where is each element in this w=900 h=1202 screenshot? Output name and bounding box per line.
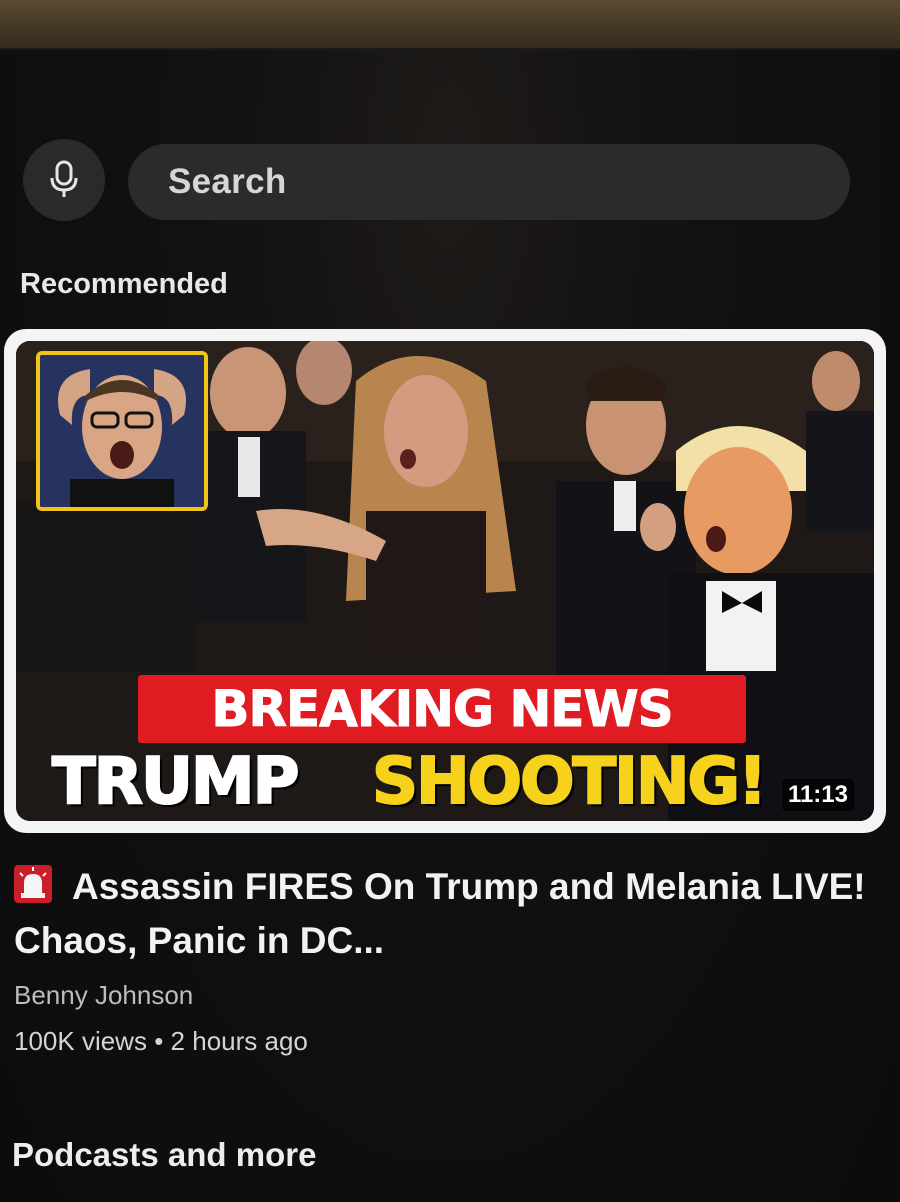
upload-age: 2 hours ago	[170, 1026, 308, 1056]
headline-shooting-text: SHOOTING!	[371, 744, 768, 820]
siren-emoji-icon	[14, 865, 52, 903]
microphone-icon	[50, 160, 78, 197]
headline-trump-text: TRUMP	[51, 744, 300, 820]
video-metadata: 100K views • 2 hours ago	[14, 1026, 308, 1057]
channel-name[interactable]: Benny Johnson	[14, 980, 193, 1011]
meta-separator: •	[154, 1026, 164, 1056]
section-heading-recommended: Recommended	[20, 268, 228, 300]
video-thumbnail[interactable]: BREAKING NEWS TRUMP SHOOTING! 11:13	[4, 329, 886, 833]
section-heading-podcasts: Podcasts and more	[12, 1136, 317, 1173]
thumbnail-image: BREAKING NEWS TRUMP SHOOTING! 11:13	[16, 341, 874, 821]
video-title-text: Assassin FIRES On Trump and Melania LIVE…	[14, 866, 866, 961]
video-title[interactable]: Assassin FIRES On Trump and Melania LIVE…	[14, 860, 874, 968]
reaction-inset-photo	[36, 351, 208, 511]
breaking-news-banner: BREAKING NEWS	[138, 675, 746, 743]
search-placeholder: Search	[168, 162, 287, 201]
voice-search-button[interactable]	[23, 139, 105, 221]
search-input[interactable]: Search	[128, 144, 850, 220]
video-duration-badge: 11:13	[781, 779, 854, 811]
view-count: 100K views	[14, 1026, 147, 1056]
breaking-news-text: BREAKING NEWS	[211, 680, 674, 739]
reaction-face-image	[40, 355, 204, 507]
